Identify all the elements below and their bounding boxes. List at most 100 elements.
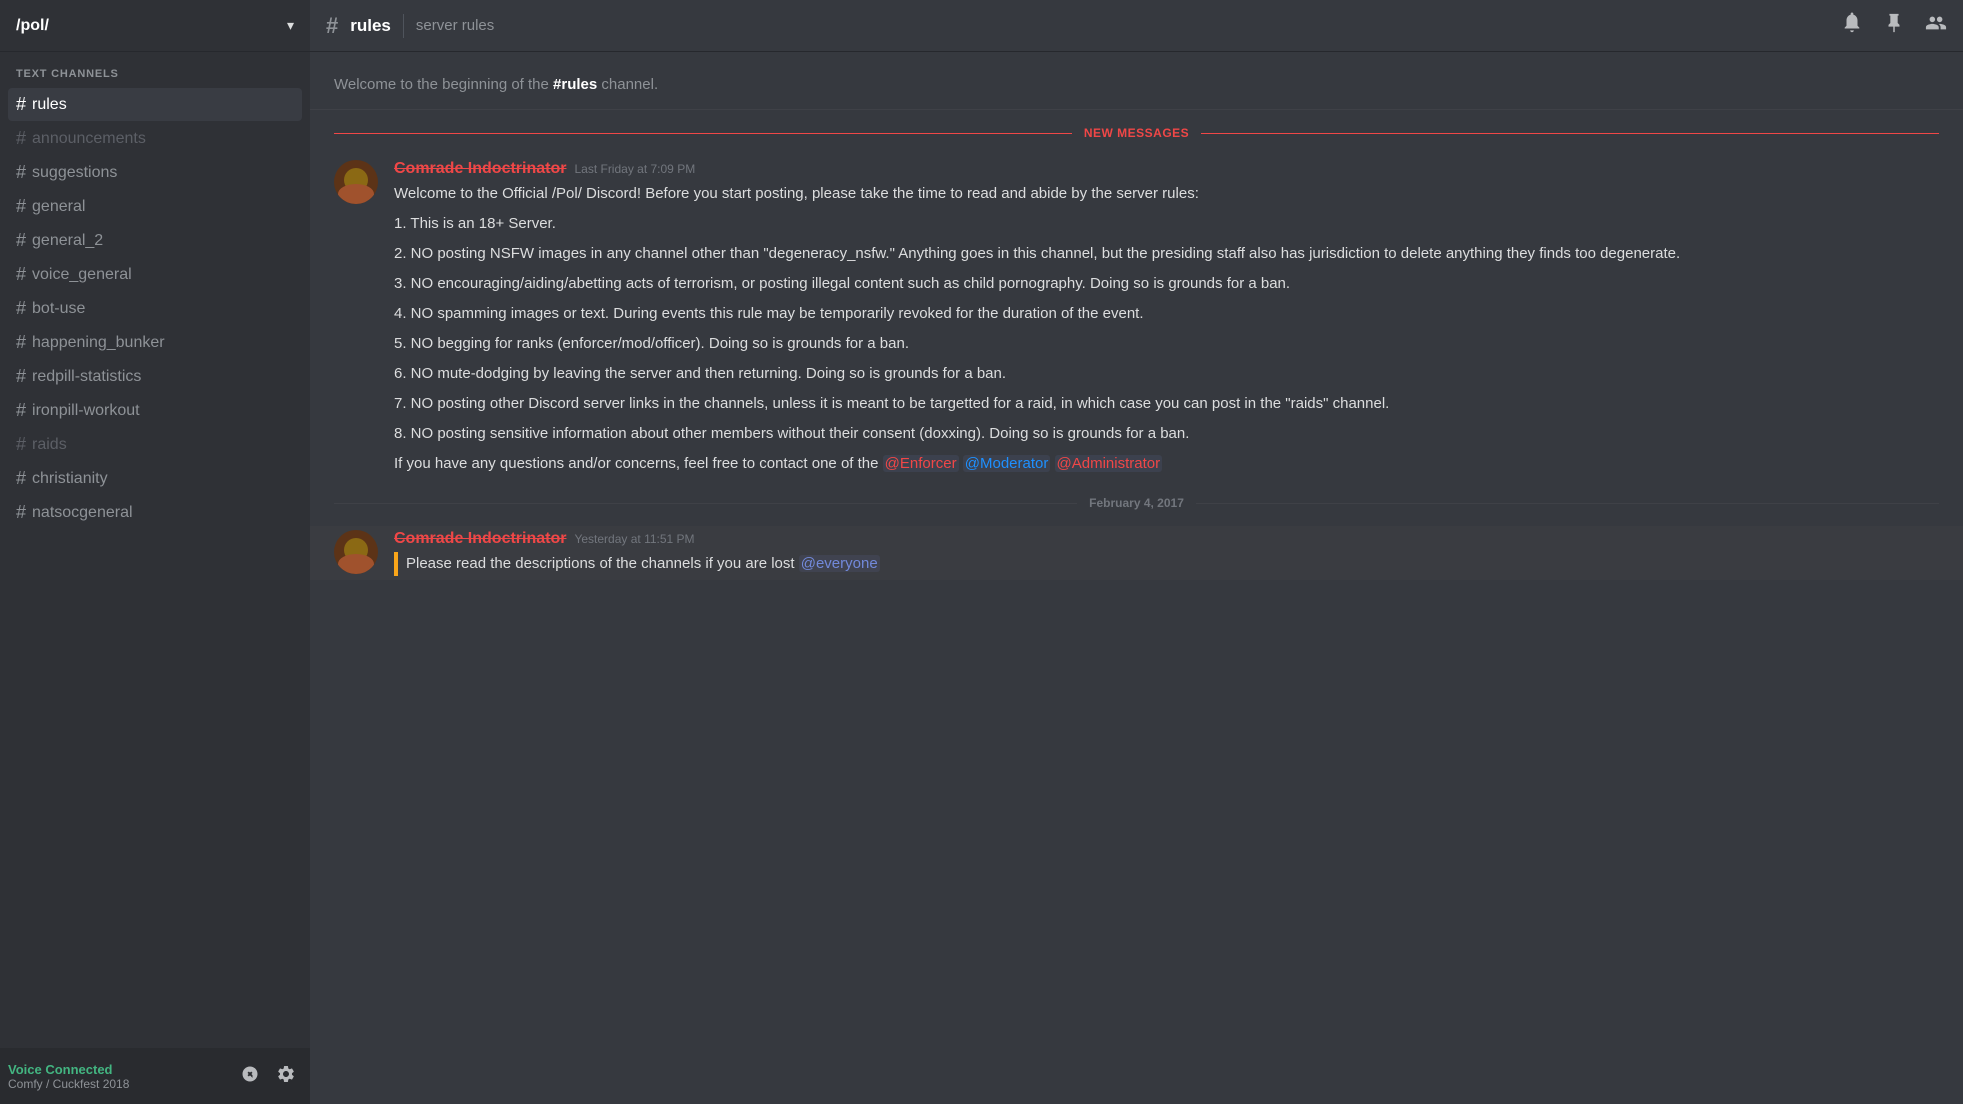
beginning-channel-name: #rules — [553, 76, 597, 93]
sidebar-item-bot-use[interactable]: # bot-use — [8, 292, 302, 325]
channel-name: suggestions — [32, 164, 117, 182]
sidebar-item-ironpill-workout[interactable]: # ironpill-workout — [8, 394, 302, 427]
message-timestamp: Yesterday at 11:51 PM — [574, 532, 694, 546]
message-line: 8. NO posting sensitive information abou… — [394, 422, 1939, 446]
channel-hash-icon: # — [16, 128, 26, 149]
message-text: Welcome to the Official /Pol/ Discord! B… — [394, 182, 1939, 476]
sidebar-item-general[interactable]: # general — [8, 190, 302, 223]
sidebar-item-announcements[interactable]: # announcements — [8, 122, 302, 155]
message-group: Comrade Indoctrinator Yesterday at 11:51… — [310, 526, 1963, 580]
date-divider: February 4, 2017 — [334, 496, 1939, 510]
notifications-icon[interactable] — [1841, 12, 1863, 40]
message-line: 2. NO posting NSFW images in any channel… — [394, 242, 1939, 266]
voice-disconnect-icon[interactable] — [234, 1060, 266, 1093]
channel-name: happening_bunker — [32, 334, 165, 352]
sidebar-item-happening-bunker[interactable]: # happening_bunker — [8, 326, 302, 359]
sidebar: /pol/ ▾ TEXT CHANNELS # rules # announce… — [0, 0, 310, 1104]
channel-name: general_2 — [32, 232, 103, 250]
channel-name: redpill-statistics — [32, 368, 141, 386]
text-channels-label: TEXT CHANNELS — [8, 68, 302, 84]
sidebar-item-rules[interactable]: # rules — [8, 88, 302, 121]
message-line: Welcome to the Official /Pol/ Discord! B… — [394, 182, 1939, 206]
sidebar-item-natsocgeneral[interactable]: # natsocgeneral — [8, 496, 302, 529]
new-messages-line-right — [1201, 133, 1939, 134]
main-content: # rules server rules — [310, 0, 1963, 1104]
channel-name: bot-use — [32, 300, 85, 318]
server-header[interactable]: /pol/ ▾ — [0, 0, 310, 52]
messages-area[interactable]: Welcome to the beginning of the #rules c… — [310, 52, 1963, 1104]
chevron-down-icon: ▾ — [287, 17, 294, 34]
voice-connected-label: Voice Connected — [8, 1062, 230, 1077]
sidebar-item-christianity[interactable]: # christianity — [8, 462, 302, 495]
channel-name: general — [32, 198, 85, 216]
sidebar-item-general-2[interactable]: # general_2 — [8, 224, 302, 257]
beginning-text-prefix: Welcome to the beginning of the — [334, 76, 553, 93]
message-meta: Comrade Indoctrinator Yesterday at 11:51… — [394, 530, 1939, 548]
message-line: If you have any questions and/or concern… — [394, 452, 1939, 476]
new-messages-label: NEW MESSAGES — [1084, 126, 1189, 140]
channel-header-topic: server rules — [416, 17, 494, 34]
message-line: 5. NO begging for ranks (enforcer/mod/of… — [394, 332, 1939, 356]
settings-icon[interactable] — [270, 1060, 302, 1093]
sidebar-item-redpill-statistics[interactable]: # redpill-statistics — [8, 360, 302, 393]
channel-hash-icon: # — [16, 94, 26, 115]
channel-hash-icon: # — [16, 196, 26, 217]
message-content: Comrade Indoctrinator Yesterday at 11:51… — [394, 530, 1939, 576]
new-messages-divider: NEW MESSAGES — [334, 126, 1939, 140]
mention-everyone: @everyone — [799, 555, 880, 572]
channel-name: rules — [32, 96, 67, 114]
message-line: 4. NO spamming images or text. During ev… — [394, 302, 1939, 326]
channel-header-hash-icon: # — [326, 13, 338, 39]
header-divider — [403, 14, 404, 38]
channel-name: raids — [32, 436, 67, 454]
mention-administrator: @Administrator — [1055, 455, 1163, 472]
header-icons — [1841, 12, 1947, 40]
channel-name: ironpill-workout — [32, 402, 140, 420]
mention-enforcer: @Enforcer — [883, 455, 959, 472]
date-divider-line-right — [1196, 503, 1939, 504]
channel-hash-icon: # — [16, 332, 26, 353]
channels-list: TEXT CHANNELS # rules # announcements # … — [0, 52, 310, 1048]
message-meta: Comrade Indoctrinator Last Friday at 7:0… — [394, 160, 1939, 178]
voice-channel-name: Comfy / Cuckfest 2018 — [8, 1077, 230, 1091]
new-messages-line-left — [334, 133, 1072, 134]
channel-name: christianity — [32, 470, 108, 488]
channel-hash-icon: # — [16, 264, 26, 285]
message-line: Please read the descriptions of the chan… — [394, 552, 1939, 576]
message-group: Comrade Indoctrinator Last Friday at 7:0… — [310, 156, 1963, 480]
channel-name: voice_general — [32, 266, 132, 284]
message-username: Comrade Indoctrinator — [394, 160, 566, 178]
message-line: 3. NO encouraging/aiding/abetting acts o… — [394, 272, 1939, 296]
beginning-text-suffix: channel. — [597, 76, 658, 93]
message-line: 6. NO mute-dodging by leaving the server… — [394, 362, 1939, 386]
date-divider-label: February 4, 2017 — [1089, 496, 1184, 510]
sidebar-item-raids[interactable]: # raids — [8, 428, 302, 461]
message-username: Comrade Indoctrinator — [394, 530, 566, 548]
message-line: 7. NO posting other Discord server links… — [394, 392, 1939, 416]
channel-hash-icon: # — [16, 468, 26, 489]
message-text-content: Please read the descriptions of the chan… — [406, 555, 799, 572]
channel-hash-icon: # — [16, 366, 26, 387]
channel-name: announcements — [32, 130, 146, 148]
voice-info: Voice Connected Comfy / Cuckfest 2018 — [8, 1062, 230, 1091]
avatar — [334, 530, 378, 574]
channel-hash-icon: # — [16, 298, 26, 319]
channel-name: natsocgeneral — [32, 504, 133, 522]
channel-hash-icon: # — [16, 162, 26, 183]
sidebar-item-voice-general[interactable]: # voice_general — [8, 258, 302, 291]
channel-hash-icon: # — [16, 502, 26, 523]
message-text: Please read the descriptions of the chan… — [394, 552, 1939, 576]
date-divider-line-left — [334, 503, 1077, 504]
channel-header: # rules server rules — [310, 0, 1963, 52]
sidebar-item-suggestions[interactable]: # suggestions — [8, 156, 302, 189]
channel-hash-icon: # — [16, 400, 26, 421]
channel-header-name: rules — [350, 16, 391, 36]
message-timestamp: Last Friday at 7:09 PM — [574, 162, 695, 176]
channel-hash-icon: # — [16, 434, 26, 455]
pin-icon[interactable] — [1883, 12, 1905, 40]
message-content: Comrade Indoctrinator Last Friday at 7:0… — [394, 160, 1939, 476]
mention-moderator: @Moderator — [963, 455, 1051, 472]
channel-hash-icon: # — [16, 230, 26, 251]
members-icon[interactable] — [1925, 12, 1947, 40]
server-name: /pol/ — [16, 17, 49, 35]
